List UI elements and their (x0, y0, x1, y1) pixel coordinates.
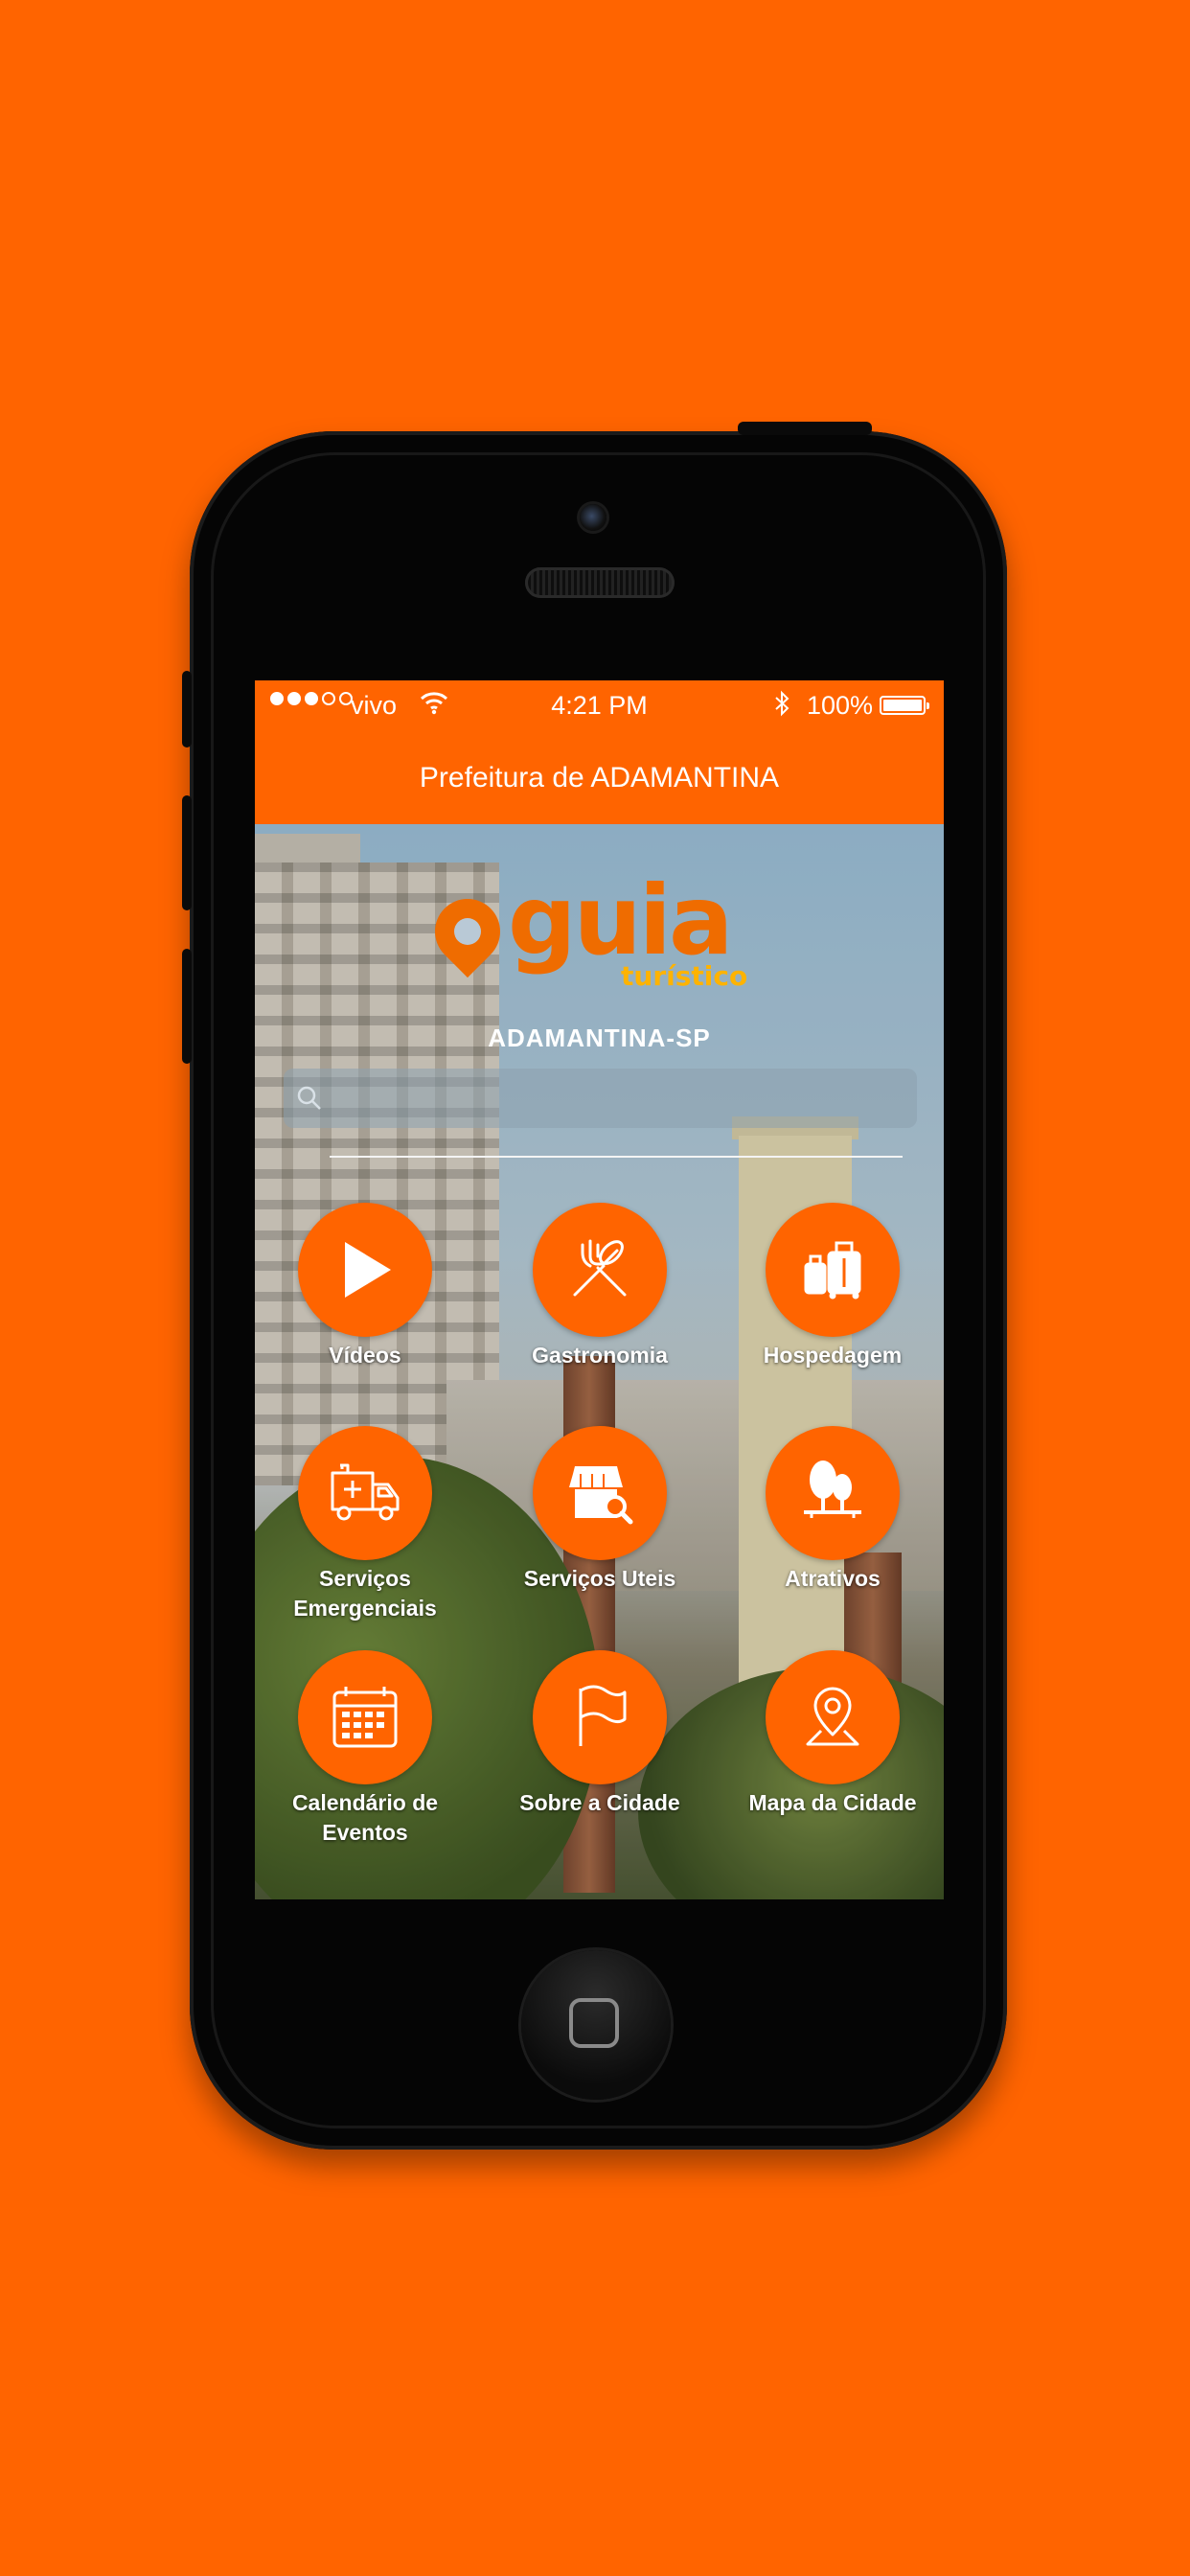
menu-label: Gastronomia (532, 1343, 668, 1368)
front-camera (580, 504, 606, 531)
menu-label: Atrativos (785, 1566, 881, 1591)
menu-circle[interactable] (766, 1650, 900, 1784)
menu-circle[interactable] (766, 1203, 900, 1337)
menu-item-sobre-a-cidade[interactable]: Sobre a Cidade (494, 1650, 705, 1818)
menu-item-hospedagem[interactable]: Hospedagem (727, 1203, 938, 1370)
bluetooth-icon (772, 690, 791, 724)
earpiece-speaker (525, 567, 675, 598)
search-icon (295, 1084, 324, 1117)
menu-item-servicos-emergenciais[interactable]: Serviços Emergenciais (260, 1426, 470, 1623)
menu-circle[interactable] (533, 1650, 667, 1784)
battery-icon (880, 696, 929, 715)
menu-item-gastronomia[interactable]: Gastronomia (494, 1203, 705, 1370)
search-underline (330, 1156, 903, 1158)
menu-label: Serviços Emergenciais (293, 1566, 437, 1621)
menu-label: Serviços Uteis (523, 1566, 676, 1591)
status-bar: vivo 4:21 PM 100% (255, 680, 944, 732)
nav-bar: Prefeitura de ADAMANTINA (255, 732, 944, 824)
menu-circle[interactable] (766, 1426, 900, 1560)
menu-circle[interactable] (533, 1203, 667, 1337)
home-square-icon (569, 1998, 619, 2048)
volume-up-button (182, 795, 192, 910)
fork-spoon-icon (573, 1239, 627, 1297)
volume-down-button (182, 949, 192, 1064)
flag-icon (579, 1685, 627, 1746)
city-background: guia turístico ADAMANTINA-SP Vídeos Gast… (255, 824, 944, 1899)
menu-item-calendario[interactable]: Calendário de Eventos (260, 1650, 470, 1848)
ambulance-icon (331, 1463, 400, 1521)
store-search-icon (569, 1466, 633, 1525)
menu-item-videos[interactable]: Vídeos (260, 1203, 470, 1370)
mute-switch (182, 671, 192, 748)
menu-label: Vídeos (329, 1343, 401, 1368)
app-screen: vivo 4:21 PM 100% Prefeitura de ADAMANTI… (255, 680, 944, 1899)
app-logo: guia turístico (421, 864, 778, 1025)
menu-circle[interactable] (533, 1426, 667, 1560)
map-pin-icon (806, 1687, 859, 1746)
play-icon (345, 1242, 391, 1298)
location-pin-icon (421, 885, 515, 978)
power-button (738, 422, 872, 435)
menu-item-atrativos[interactable]: Atrativos (727, 1426, 938, 1594)
menu-circle[interactable] (298, 1203, 432, 1337)
calendar-icon (332, 1687, 398, 1748)
park-icon (804, 1460, 861, 1518)
search-bar[interactable] (284, 1069, 917, 1128)
menu-label: Hospedagem (763, 1343, 903, 1368)
search-input[interactable] (333, 1076, 907, 1122)
logo-subtitle: turístico (621, 960, 748, 992)
menu-circle[interactable] (298, 1650, 432, 1784)
luggage-icon (804, 1241, 861, 1300)
home-button[interactable] (521, 1950, 671, 2100)
menu-label: Mapa da Cidade (748, 1790, 917, 1815)
menu-item-mapa-da-cidade[interactable]: Mapa da Cidade (727, 1650, 938, 1818)
city-label: ADAMANTINA-SP (488, 1024, 711, 1052)
menu-label: Sobre a Cidade (519, 1790, 680, 1815)
menu-circle[interactable] (298, 1426, 432, 1560)
page-title: Prefeitura de ADAMANTINA (419, 762, 780, 794)
battery-percent: 100% (807, 691, 874, 720)
menu-item-servicos-uteis[interactable]: Serviços Uteis (494, 1426, 705, 1594)
menu-label: Calendário de Eventos (291, 1790, 439, 1845)
